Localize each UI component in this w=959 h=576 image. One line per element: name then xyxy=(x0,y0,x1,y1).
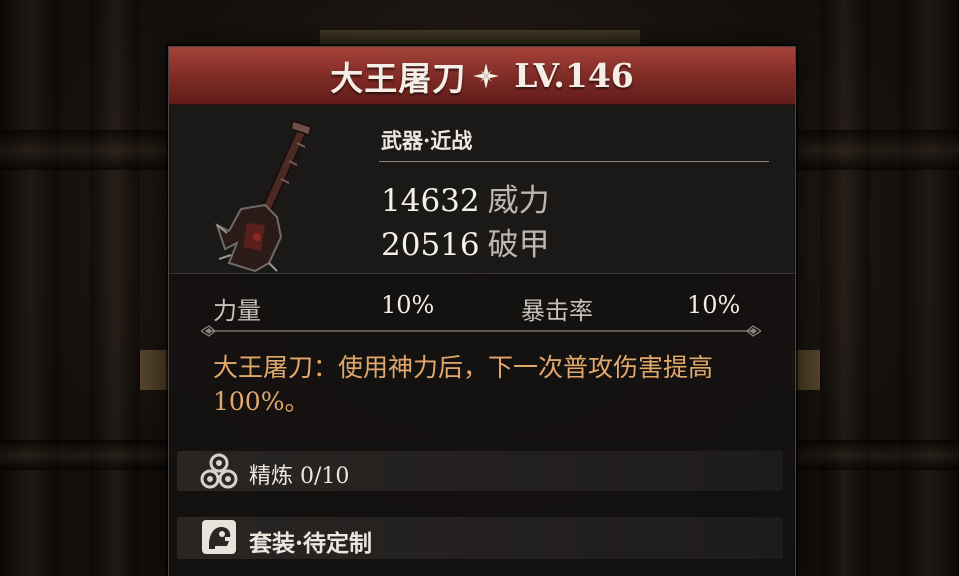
attribute-label-crit-rate: 暴击率 xyxy=(521,297,593,325)
stat-power: 14632 威力 xyxy=(381,175,550,220)
set-label: 套装·待定制 xyxy=(249,530,373,557)
ornament-divider xyxy=(201,325,761,337)
divider xyxy=(169,273,795,274)
bg-wood-slat xyxy=(90,0,140,576)
attribute-value-strength: 10% xyxy=(381,291,435,319)
stat-value: 20516 xyxy=(381,227,480,263)
stat-value: 14632 xyxy=(381,183,480,219)
refine-orbs-icon xyxy=(200,453,238,489)
bg-wood-slat xyxy=(820,0,870,576)
weapon-level: LV.146 xyxy=(514,56,634,95)
weapon-effect-description: 大王屠刀：使用神力后，下一次普攻伤害提高100%。 xyxy=(213,353,714,416)
stat-label: 破甲 xyxy=(487,227,550,263)
stat-label: 威力 xyxy=(487,183,550,219)
attribute-value-crit-rate: 10% xyxy=(687,291,741,319)
divider xyxy=(379,161,769,162)
weapon-type-label: 武器·近战 xyxy=(381,128,473,153)
bg-gold-trim xyxy=(140,350,170,390)
weapon-name: 大王屠刀 xyxy=(330,58,467,98)
weapon-info-section: 武器·近战 14632 威力 20516 破甲 xyxy=(169,105,795,273)
stat-armor-break: 20516 破甲 xyxy=(381,219,550,264)
four-point-star-icon xyxy=(473,62,500,89)
bg-wood-slat xyxy=(0,0,60,576)
game-background: 大王屠刀 LV.146 武器·近战 14632 威力 20516 破甲 力量 1… xyxy=(0,0,959,576)
bg-wood-slat xyxy=(900,0,959,576)
cleaver-weapon-icon xyxy=(215,120,312,273)
item-tooltip-panel: 大王屠刀 LV.146 武器·近战 14632 威力 20516 破甲 力量 1… xyxy=(168,46,796,576)
set-armor-icon xyxy=(202,520,236,554)
attribute-label-strength: 力量 xyxy=(213,297,261,325)
item-title-bar: 大王屠刀 LV.146 xyxy=(169,47,795,105)
refine-level-label: 精炼 0/10 xyxy=(249,464,350,489)
